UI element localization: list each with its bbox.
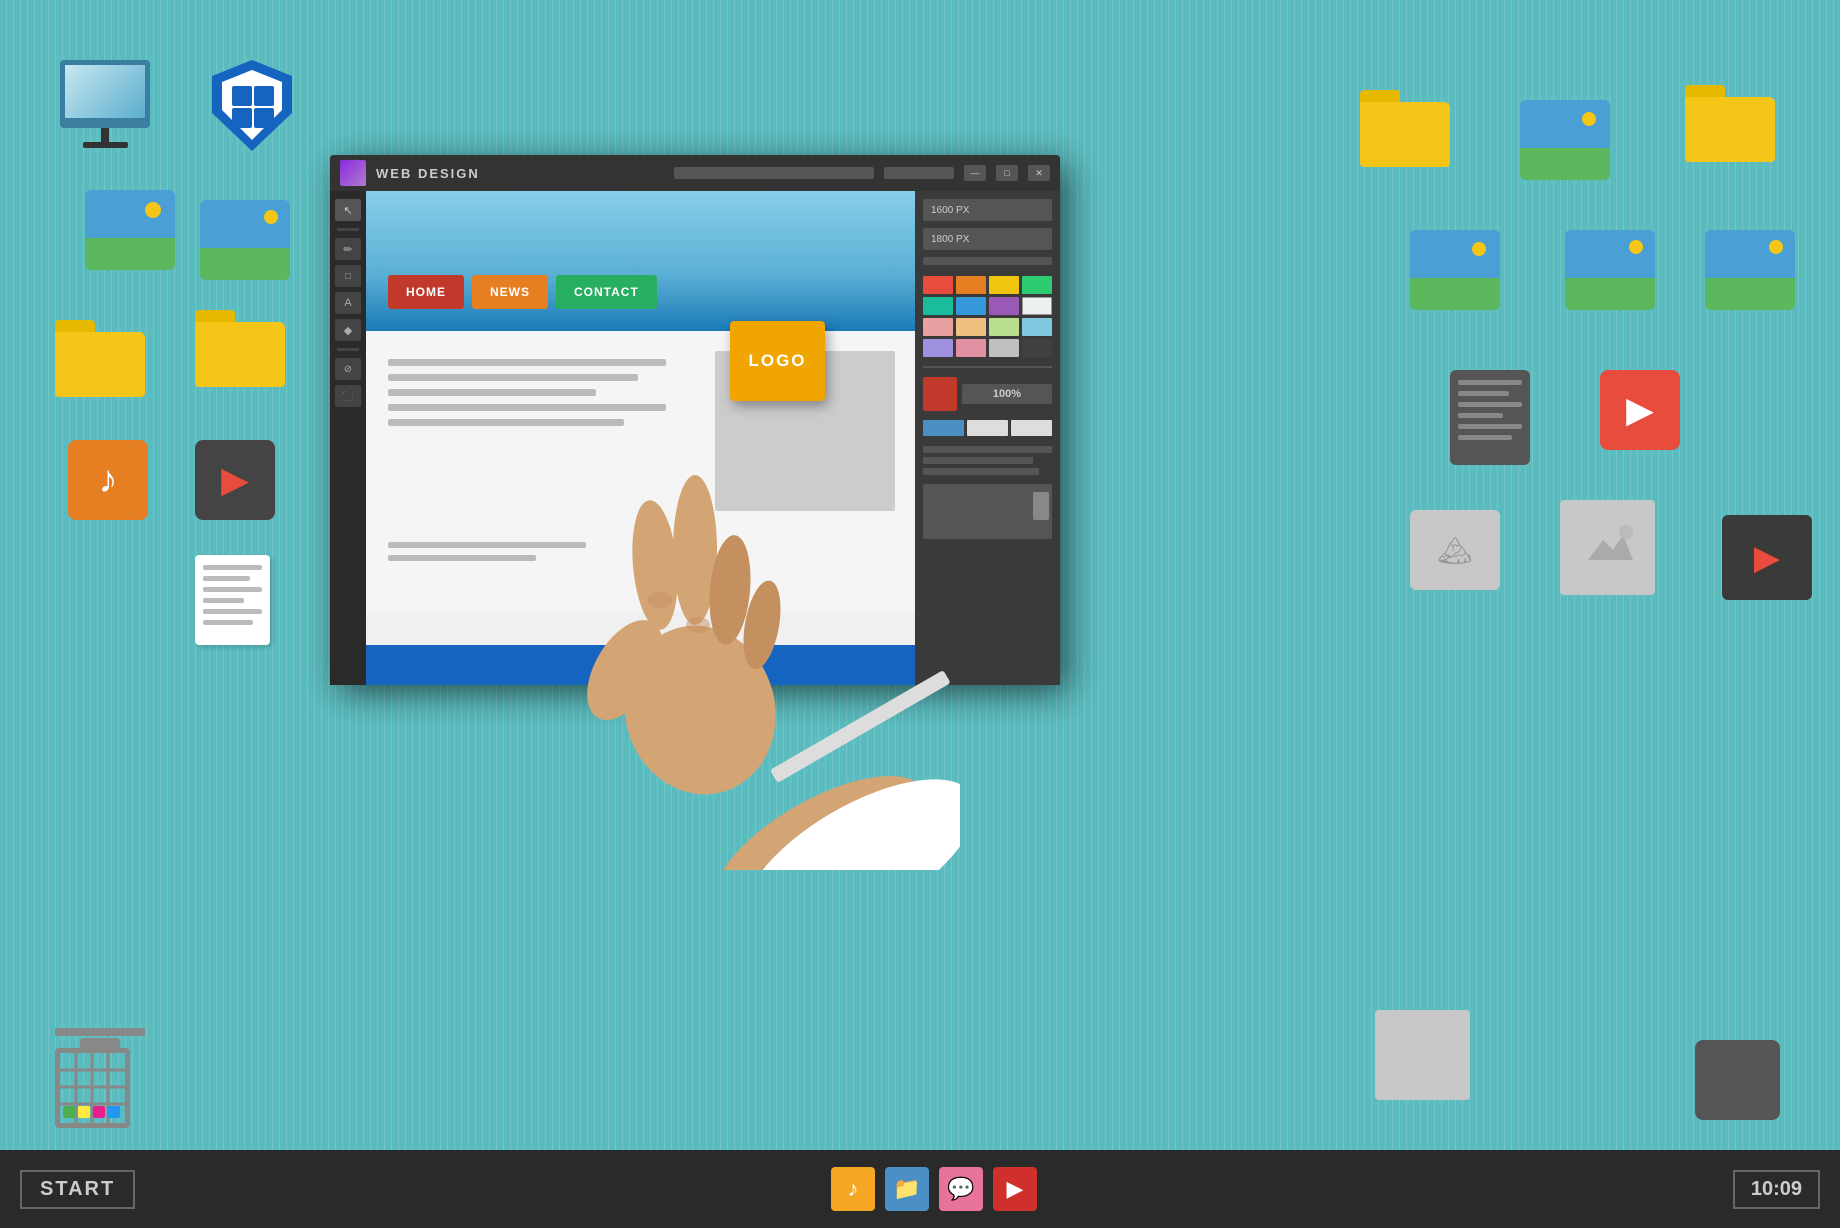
tool-pen[interactable]: ✏ [335,238,361,260]
panel-scrollbar[interactable] [923,484,1052,539]
tool-extra[interactable]: ⬛ [335,385,361,407]
tool-select[interactable]: ↖ [335,199,361,221]
color-palette [923,276,1052,357]
icon-photo-r2-2[interactable] [1565,230,1655,310]
icon-document-right[interactable] [1450,370,1530,465]
icon-folder-2[interactable] [195,310,285,387]
logo-text: LOGO [748,351,806,371]
taskbar-icon-media[interactable]: ▶ [993,1167,1037,1211]
close-button[interactable]: ✕ [1028,165,1050,181]
icon-document-left[interactable] [195,555,270,645]
canvas-header: HOME NEWS CONTACT [366,191,915,331]
nav-news[interactable]: NEWS [472,275,548,309]
tool-separator [337,228,359,231]
taskbar-icon-chat[interactable]: 💬 [939,1167,983,1211]
icon-music[interactable]: ♪ [68,440,148,520]
canvas-content: LOGO [366,331,915,611]
panel-right: 1600 PX 1800 PX [915,191,1060,685]
main-window: WEB DESIGN — □ ✕ ↖ ✏ □ A ◆ ⊘ ⬛ [330,155,1060,685]
canvas-area: HOME NEWS CONTACT [366,191,915,685]
icon-photo-r2-1[interactable] [1410,230,1500,310]
taskbar-icon-folder[interactable]: 📁 [885,1167,929,1211]
mini-color-grid [923,420,1052,436]
icon-photo-1[interactable] [85,190,175,270]
nav-bar: HOME NEWS CONTACT [388,275,657,309]
icon-play-right-1[interactable]: ▶ [1600,370,1680,450]
toolbar-left: ↖ ✏ □ A ◆ ⊘ ⬛ [330,191,366,685]
taskbar-icons: ♪ 📁 💬 ▶ [831,1167,1037,1211]
canvas-footer [366,645,915,685]
zoom-field[interactable]: 100% [962,384,1052,404]
panel-lines [923,446,1052,475]
tool-eraser[interactable]: ⊘ [335,358,361,380]
color-red-swatch[interactable] [923,377,957,411]
icon-folder-top-right-1[interactable] [1360,90,1450,167]
window-logo [340,160,366,186]
window-title: WEB DESIGN [376,166,664,181]
tool-rect[interactable]: □ [335,265,361,287]
icon-photo-top-right[interactable] [1520,100,1610,180]
desktop: ♪ ▶ [0,0,1840,1228]
icon-trash[interactable] [55,1028,145,1128]
logo-sticker[interactable]: LOGO [730,321,825,401]
nav-home[interactable]: HOME [388,275,464,309]
icon-monitor[interactable] [60,60,150,148]
icon-play-left[interactable]: ▶ [195,440,275,520]
icon-folder-1[interactable] [55,320,145,397]
taskbar: START ♪ 📁 💬 ▶ 10:09 [0,1150,1840,1228]
clock: 10:09 [1733,1170,1820,1209]
window-titlebar: WEB DESIGN — □ ✕ [330,155,1060,191]
icon-photo-r2-3[interactable] [1705,230,1795,310]
icon-play-right-bottom[interactable]: ▶ [1722,515,1812,600]
icon-img-placeholder-1[interactable] [1560,500,1655,590]
icon-img-r4-1[interactable]: 🏔 [1410,510,1500,590]
minimize-button[interactable]: — [964,165,986,181]
maximize-button[interactable]: □ [996,165,1018,181]
tool-text[interactable]: A [335,292,361,314]
icon-photo-2[interactable] [200,200,290,280]
taskbar-icon-music[interactable]: ♪ [831,1167,875,1211]
nav-contact[interactable]: CONTACT [556,275,657,309]
zoom-row: 100% [923,377,1052,411]
field-height[interactable]: 1800 PX [923,228,1052,250]
field-width[interactable]: 1600 PX [923,199,1052,221]
tool-diamond[interactable]: ◆ [335,319,361,341]
icon-folder-top-right-2[interactable] [1685,85,1775,162]
icon-shield[interactable] [210,58,295,153]
tool-separator-2 [337,348,359,351]
start-button[interactable]: START [20,1170,135,1209]
